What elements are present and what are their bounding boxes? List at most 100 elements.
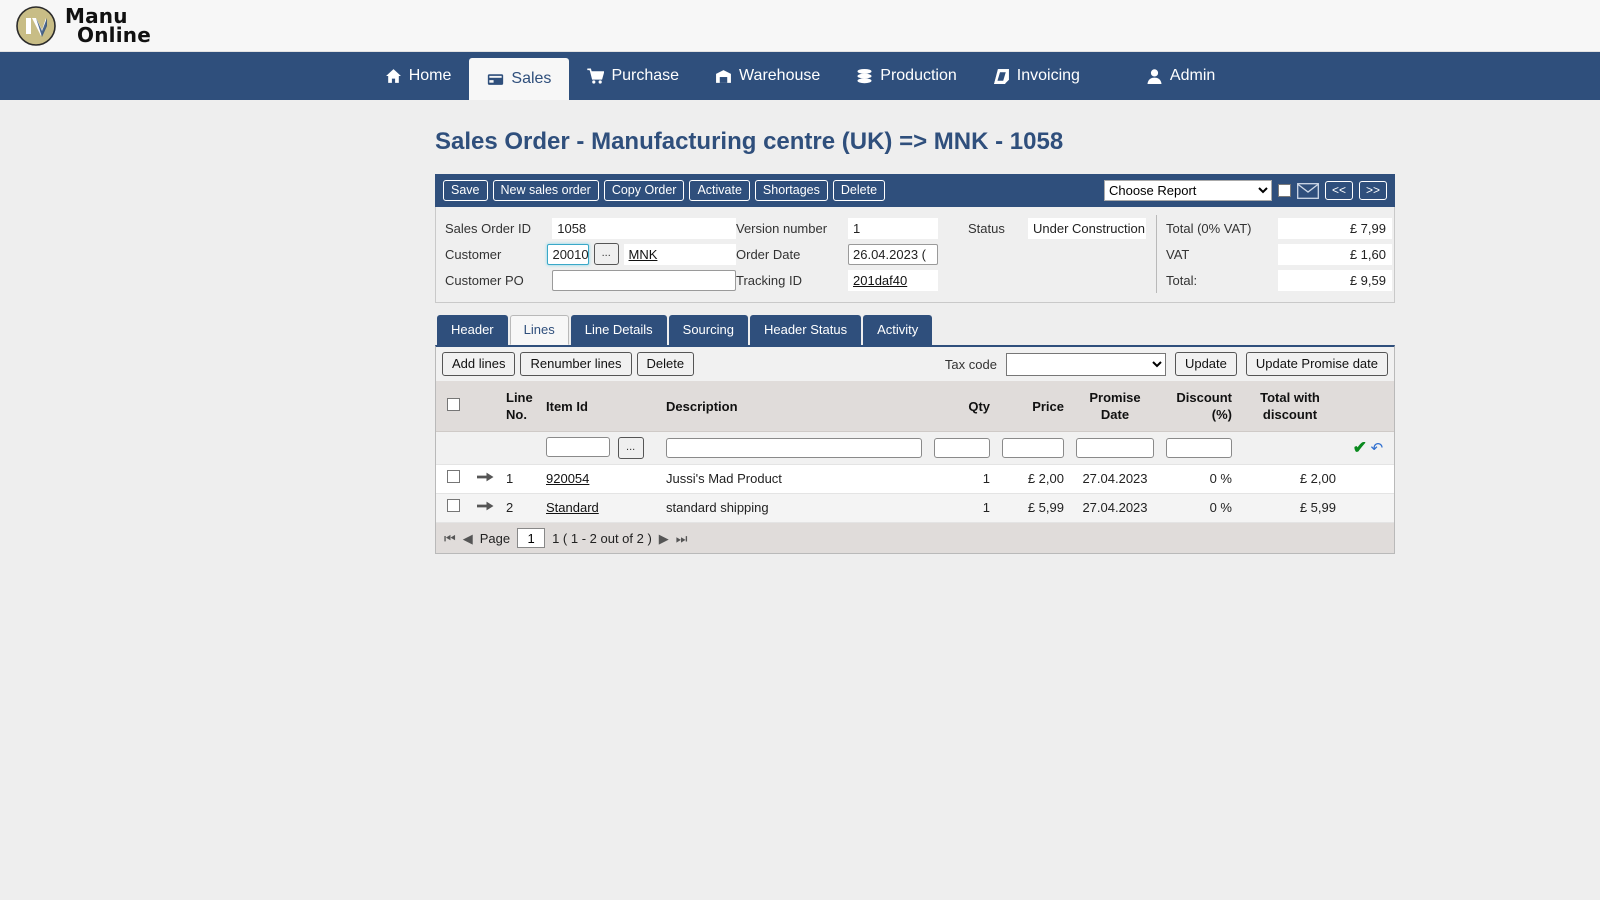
arrow-right-icon[interactable] <box>476 471 494 483</box>
tab-header[interactable]: Header <box>437 315 508 345</box>
total-grand-label: Total: <box>1166 272 1198 288</box>
version-number-value: 1 <box>848 217 938 239</box>
shortages-button[interactable]: Shortages <box>754 180 828 201</box>
row-checkbox[interactable] <box>446 499 460 513</box>
customer-po-input[interactable] <box>552 269 736 291</box>
customer-po-label: Customer PO <box>445 272 524 288</box>
table-row[interactable]: 2 Standard standard shipping 1 £ 5,99 27… <box>436 493 1394 524</box>
col-price: Price <box>996 381 1070 432</box>
page-summary: 1 ( 1 - 2 out of 2 ) <box>552 530 652 546</box>
col-open <box>470 381 500 432</box>
field-sales-order-id: Sales Order ID 1058 <box>445 215 736 241</box>
tag-icon <box>993 68 1009 84</box>
row-promise-date: 27.04.2023 <box>1070 493 1160 524</box>
undo-arrow-icon[interactable]: ↶ <box>1371 440 1384 457</box>
tab-sourcing[interactable]: Sourcing <box>668 315 748 345</box>
customer-code-input[interactable]: 20010 <box>547 243 589 265</box>
total-net-value: £ 7,99 <box>1278 217 1392 239</box>
row-promise-date: 27.04.2023 <box>1070 464 1160 495</box>
tax-code-select[interactable] <box>1005 352 1166 376</box>
col-discount-b: (%) <box>1211 407 1232 422</box>
new-line-discount-input[interactable] <box>1166 438 1232 459</box>
page-number-input[interactable] <box>517 528 546 549</box>
activate-button[interactable]: Activate <box>689 180 750 201</box>
new-line-description-cell <box>660 431 928 466</box>
row-item-id-link[interactable]: 920054 <box>546 471 589 486</box>
lines-grid-toolbar: Add lines Renumber lines Delete Tax code… <box>436 347 1394 381</box>
row-line-no: 2 <box>500 493 540 524</box>
table-row[interactable]: 1 920054 Jussi's Mad Product 1 £ 2,00 27… <box>436 464 1394 495</box>
tab-lines[interactable]: Lines <box>509 315 569 345</box>
save-button[interactable]: Save <box>443 180 488 201</box>
nav-item-warehouse[interactable]: Warehouse <box>697 52 838 100</box>
new-line-promise-date-input[interactable] <box>1076 438 1154 459</box>
delete-lines-button[interactable]: Delete <box>636 352 695 376</box>
envelope-icon[interactable] <box>1297 182 1319 199</box>
col-line-no-b: No. <box>506 407 527 422</box>
customer-lookup-button[interactable]: ... <box>593 243 619 265</box>
nav-label-admin: Admin <box>1169 67 1216 84</box>
field-customer-po: Customer PO <box>445 267 736 293</box>
nav-item-invoicing[interactable]: Invoicing <box>975 52 1098 100</box>
next-page-icon[interactable]: ▶ <box>659 532 669 545</box>
report-checkbox[interactable] <box>1277 184 1291 197</box>
tracking-id-link[interactable]: 201daf40 <box>853 273 907 288</box>
customer-name-link[interactable]: MNK <box>629 247 658 262</box>
main-navigation: Home Sales Purchase Warehouse Production… <box>0 52 1600 100</box>
nav-item-sales[interactable]: Sales <box>469 58 570 100</box>
cart-icon <box>587 67 605 84</box>
new-line-item-input[interactable] <box>546 437 610 457</box>
new-line-item-lookup-button[interactable]: ... <box>617 437 644 460</box>
prev-page-icon[interactable]: ◀ <box>463 532 473 545</box>
update-button[interactable]: Update <box>1174 352 1237 376</box>
tab-header-status[interactable]: Header Status <box>749 315 862 345</box>
header-column-middle: Version number 1 Status Under Constructi… <box>736 215 1156 293</box>
field-order-date: Order Date 26.04.2023 ( <box>736 241 1156 267</box>
row-checkbox[interactable] <box>446 470 460 484</box>
app-logo[interactable]: Manu Online <box>16 6 151 46</box>
nav-item-purchase[interactable]: Purchase <box>569 52 697 100</box>
nav-label-home: Home <box>408 67 452 84</box>
new-line-total-cell <box>1238 431 1342 466</box>
check-icon[interactable]: ✔ <box>1353 438 1367 457</box>
user-icon <box>1147 68 1162 84</box>
row-description: standard shipping <box>660 493 928 524</box>
row-price: £ 2,00 <box>996 464 1070 495</box>
total-grand-value: £ 9,59 <box>1278 269 1392 291</box>
row-item-id-link[interactable]: Standard <box>546 500 599 515</box>
tax-code-label: Tax code <box>944 356 997 372</box>
first-page-icon[interactable]: ⏮ <box>444 532 456 545</box>
select-all-checkbox[interactable] <box>446 397 460 411</box>
update-promise-date-button[interactable]: Update Promise date <box>1245 352 1388 376</box>
renumber-lines-button[interactable]: Renumber lines <box>520 352 632 376</box>
total-row-grand: Total: £ 9,59 <box>1166 267 1394 293</box>
new-line-description-input[interactable] <box>666 438 922 459</box>
new-sales-order-button[interactable]: New sales order <box>492 180 599 201</box>
nav-label-sales: Sales <box>511 70 552 87</box>
copy-order-button[interactable]: Copy Order <box>603 180 685 201</box>
previous-order-button[interactable]: << <box>1324 181 1353 200</box>
new-line-price-input[interactable] <box>1002 438 1064 459</box>
row-item-id-cell: Standard <box>540 493 660 524</box>
grid-pager: ⏮ ◀ Page 1 ( 1 - 2 out of 2 ) ▶ ⏭ <box>436 523 1394 554</box>
add-lines-button[interactable]: Add lines <box>442 352 516 376</box>
row-select-cell <box>436 464 470 495</box>
col-discount-a: Discount <box>1176 390 1232 405</box>
nav-item-home[interactable]: Home <box>367 52 470 100</box>
last-page-icon[interactable]: ⏭ <box>676 532 688 545</box>
col-promise-a: Promise <box>1089 390 1141 405</box>
choose-report-select[interactable]: Choose Report <box>1103 180 1272 201</box>
stack-icon <box>857 68 872 83</box>
nav-item-production[interactable]: Production <box>838 52 975 100</box>
row-price: £ 5,99 <box>996 493 1070 524</box>
sales-order-id-value: 1058 <box>552 217 736 239</box>
nav-label-production: Production <box>880 67 957 84</box>
order-date-input[interactable]: 26.04.2023 ( <box>848 243 938 265</box>
arrow-right-icon[interactable] <box>476 500 494 512</box>
delete-order-button[interactable]: Delete <box>832 180 886 201</box>
next-order-button[interactable]: >> <box>1358 181 1387 200</box>
nav-item-admin[interactable]: Admin <box>1128 52 1233 100</box>
new-line-qty-input[interactable] <box>934 438 990 459</box>
tab-line-details[interactable]: Line Details <box>570 315 667 345</box>
tab-activity[interactable]: Activity <box>863 315 933 345</box>
